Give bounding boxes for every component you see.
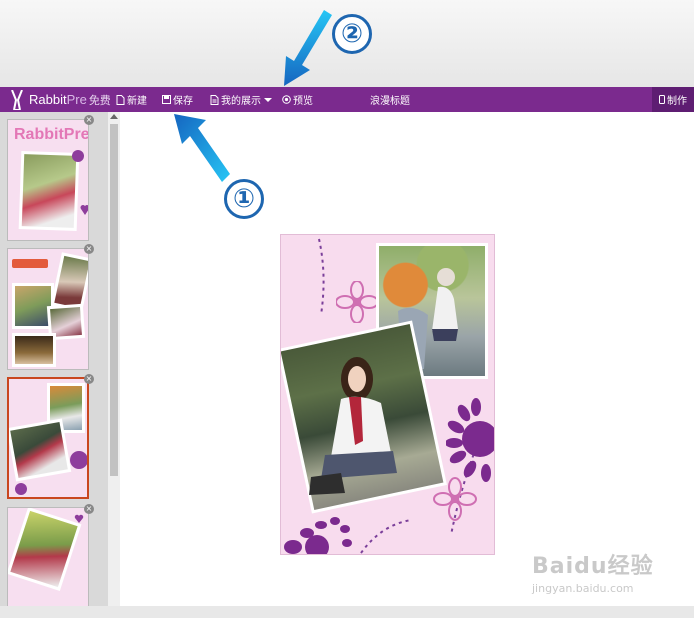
new-file-icon xyxy=(116,94,125,105)
save-label: 保存 xyxy=(173,96,193,107)
purple-flower-icon xyxy=(446,398,494,482)
my-shows-label: 我的展示 xyxy=(221,96,261,107)
document-icon xyxy=(210,94,219,105)
preview-button[interactable]: 预览 xyxy=(282,87,313,112)
thumbnail-photo xyxy=(9,418,72,482)
new-button[interactable]: 新建 xyxy=(116,87,147,112)
baidu-watermark: Baidu经验 jingyan.baidu.com xyxy=(532,548,654,595)
annotation-arrow-2 xyxy=(284,10,332,86)
pink-flower-outline-icon xyxy=(433,477,477,521)
caret-down-icon xyxy=(264,97,272,102)
flower-icon xyxy=(70,451,87,469)
step-2-badge: ② xyxy=(332,14,372,54)
save-icon xyxy=(162,95,171,104)
step-1-badge: ① xyxy=(224,179,264,219)
make-button[interactable]: 制作 xyxy=(652,87,694,112)
flower-icon xyxy=(15,483,27,495)
thumbnail-3-close-icon[interactable]: × xyxy=(84,374,94,384)
rabbit-icon xyxy=(11,89,23,110)
thumbnail-orange-banner xyxy=(12,259,48,268)
sidebar-scrollbar[interactable] xyxy=(108,112,120,606)
save-button[interactable]: 保存 xyxy=(162,87,193,112)
rabbitpre-logo: RabbitPre 免费 xyxy=(9,88,111,111)
thumbnail-list: RabbitPre × × × × xyxy=(0,112,108,606)
new-label: 新建 xyxy=(127,96,147,107)
bottom-bar xyxy=(0,606,694,618)
page-thumbnail-3-selected[interactable] xyxy=(7,377,89,499)
page-thumbnail-sidebar: RabbitPre × × × × xyxy=(0,112,120,606)
page-preview-card[interactable] xyxy=(280,234,495,555)
flower-icon xyxy=(72,150,84,162)
thumbnail-photo xyxy=(12,333,56,367)
watermark-url-text: jingyan.baidu.com xyxy=(532,582,634,595)
thumbnail-title-text: RabbitPre xyxy=(14,126,89,143)
scrollbar-thumb[interactable] xyxy=(110,124,118,476)
watermark-main-text: Baidu经验 xyxy=(532,554,654,579)
thumbnail-photo xyxy=(50,252,88,312)
project-title[interactable]: 浪漫标题 xyxy=(370,87,410,112)
phone-icon xyxy=(659,95,665,104)
page-thumbnail-2[interactable] xyxy=(7,248,89,370)
annotation-arrow-1 xyxy=(174,114,230,182)
thumbnail-4-close-icon[interactable]: × xyxy=(84,504,94,514)
make-label: 制作 xyxy=(667,96,687,107)
page-thumbnail-1[interactable]: RabbitPre xyxy=(7,119,89,241)
thumbnail-1-close-icon[interactable]: × xyxy=(84,115,94,125)
brand-free-label: 免费 xyxy=(88,94,111,107)
my-shows-menu[interactable]: 我的展示 xyxy=(210,87,274,112)
heart-icon xyxy=(80,205,88,215)
girl-figure xyxy=(309,357,397,495)
heart-icon xyxy=(74,514,84,523)
preview-icon xyxy=(282,95,291,104)
preview-label: 预览 xyxy=(293,96,313,107)
thumbnail-photo xyxy=(8,508,82,591)
purple-flower-icon xyxy=(284,517,352,554)
thumbnail-2-close-icon[interactable]: × xyxy=(84,244,94,254)
brand-name: RabbitPre xyxy=(29,92,87,107)
toolbar: RabbitPre 免费 新建 保存 我的展示 预览 浪漫标题 制作 xyxy=(0,87,694,112)
pink-flower-outline-icon xyxy=(336,281,378,323)
scroll-up-arrow-icon[interactable] xyxy=(110,114,118,119)
page-thumbnail-4[interactable] xyxy=(7,507,89,606)
